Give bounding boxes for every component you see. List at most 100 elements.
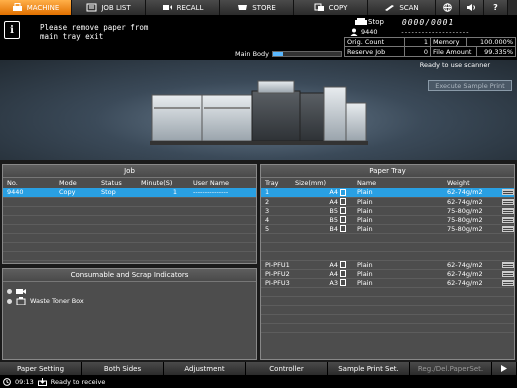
paper-orientation-icon <box>340 207 346 214</box>
tray-level <box>498 278 514 288</box>
orig-count-label: Orig. Count <box>345 38 405 46</box>
main-body-label: Main Body <box>235 50 269 58</box>
tray-size-text: B5 <box>329 215 338 224</box>
execute-sample-print-button[interactable]: Execute Sample Print <box>428 80 512 91</box>
tray-row-empty <box>261 296 514 306</box>
recall-icon <box>162 5 172 10</box>
tray-size: A4 <box>291 197 353 207</box>
printer-icon <box>12 3 22 11</box>
volume-button[interactable] <box>460 0 484 15</box>
globe-icon <box>443 3 452 12</box>
bullet-icon <box>7 298 12 304</box>
tray-level <box>498 188 514 198</box>
tray-row-empty <box>261 323 514 333</box>
both-sides-button[interactable]: Both Sides <box>82 362 164 375</box>
tabbar-filler <box>508 0 517 15</box>
paper-tray-panel-title: Paper Tray <box>261 165 514 178</box>
tab-job-list-label: JOB LIST <box>101 3 131 12</box>
tray-paper-name: Plain <box>353 269 443 279</box>
sample-print-set-button[interactable]: Sample Print Set. <box>328 362 410 375</box>
job-table-header: No. Mode Status Minute(S) User Name <box>3 178 256 188</box>
play-right-icon <box>501 365 507 372</box>
tray-row[interactable]: 4 B5 Plain 75-80g/m2 <box>261 215 514 225</box>
tray-row[interactable]: 2 A4 Plain 62-74g/m2 <box>261 197 514 207</box>
tray-size: A4 <box>291 269 353 279</box>
paper-setting-button[interactable]: Paper Setting <box>0 362 82 375</box>
col-header-weight: Weight <box>447 179 470 187</box>
tray-paper-name: Plain <box>353 278 443 288</box>
tab-recall[interactable]: RECALL <box>146 0 220 15</box>
tray-row-empty <box>261 251 514 261</box>
table-row-empty <box>3 233 256 243</box>
next-page-button[interactable] <box>492 362 517 375</box>
tray-size-text: A4 <box>329 197 338 206</box>
tray-row[interactable]: 3 B5 Plain 75-80g/m2 <box>261 206 514 216</box>
controller-button[interactable]: Controller <box>246 362 328 375</box>
tray-size-text: A4 <box>329 269 338 278</box>
copy-counter: 0000/0001 <box>401 17 455 27</box>
message-line-2: main tray exit <box>40 32 104 41</box>
paper-level-icon <box>502 198 514 205</box>
tray-size-text: A3 <box>329 278 338 287</box>
tray-size: B5 <box>291 215 353 225</box>
paper-level-icon <box>502 189 514 196</box>
file-amount-value: 99.335% <box>484 47 513 56</box>
reg-del-paper-set-button[interactable]: Reg./Del.PaperSet. <box>410 362 492 375</box>
message-text: Please remove paper from main tray exit <box>40 23 148 41</box>
tray-paper-name: Plain <box>353 260 443 270</box>
printer-machine-illustration[interactable] <box>150 77 370 151</box>
tab-copy[interactable]: COPY <box>294 0 368 15</box>
col-header-name: Name <box>357 179 377 187</box>
tray-row[interactable]: PI-PFU1 A4 Plain 62-74g/m2 <box>261 260 514 270</box>
job-user: --------------- <box>189 188 256 198</box>
tray-level <box>498 197 514 207</box>
main-body-level-fill <box>273 52 284 56</box>
adjustment-button[interactable]: Adjustment <box>164 362 246 375</box>
job-panel: Job No. Mode Status Minute(S) User Name … <box>2 164 257 264</box>
machine-state: Stop <box>368 18 384 26</box>
list-icon <box>86 3 97 12</box>
table-row[interactable]: 9440 Copy Stop 1 --------------- <box>3 188 256 198</box>
tray-row[interactable]: 1 A4 Plain 62-74g/m2 <box>261 188 514 198</box>
col-header-tray: Tray <box>265 179 279 187</box>
tray-row[interactable]: PI-PFU3 A3 Plain 62-74g/m2 <box>261 278 514 288</box>
file-amount-label: File Amount <box>431 47 477 56</box>
table-row-empty <box>3 224 256 234</box>
paper-tray-panel: Paper Tray Tray Size(mm) Name Weight 1 A4… <box>260 164 515 360</box>
clock-icon <box>3 377 11 386</box>
tray-level <box>498 269 514 279</box>
col-header-status: Status <box>101 179 122 187</box>
waste-toner-icon <box>16 297 26 305</box>
tray-weight: 75-80g/m2 <box>443 215 498 225</box>
tab-job-list[interactable]: JOB LIST <box>72 0 146 15</box>
tray-size-text: A4 <box>329 260 338 269</box>
reserve-job-value: 0 <box>405 47 431 56</box>
tray-row[interactable]: 5 B4 Plain 75-80g/m2 <box>261 224 514 234</box>
tab-store[interactable]: STORE <box>220 0 294 15</box>
tray-paper-name: Plain <box>353 206 443 216</box>
tray-id: 1 <box>261 188 291 198</box>
tray-row-empty <box>261 305 514 315</box>
table-row-empty <box>3 206 256 216</box>
paper-level-icon <box>502 261 514 268</box>
tab-copy-label: COPY <box>328 3 348 12</box>
job-mode: Copy <box>55 188 97 198</box>
tray-weight: 75-80g/m2 <box>443 224 498 234</box>
tray-size: A4 <box>291 260 353 270</box>
list-item: Waste Toner Box <box>3 296 256 306</box>
tray-row[interactable]: PI-PFU2 A4 Plain 62-74g/m2 <box>261 269 514 279</box>
tab-scan[interactable]: SCAN <box>368 0 436 15</box>
tray-size: A4 <box>291 188 353 198</box>
scanner-status: Ready to use scanner <box>419 61 490 69</box>
reserve-job-label: Reserve Job <box>345 47 405 56</box>
tab-machine[interactable]: MACHINE <box>0 0 72 15</box>
current-job-row: 9440 -------------------- <box>346 27 516 36</box>
paper-orientation-icon <box>340 216 346 223</box>
tray-size: A3 <box>291 278 353 288</box>
help-button[interactable]: ? <box>484 0 508 15</box>
tray-weight: 62-74g/m2 <box>443 278 498 288</box>
globe-button[interactable] <box>436 0 460 15</box>
tray-weight: 62-74g/m2 <box>443 269 498 279</box>
col-header-size: Size(mm) <box>295 179 327 187</box>
list-item <box>3 286 256 296</box>
